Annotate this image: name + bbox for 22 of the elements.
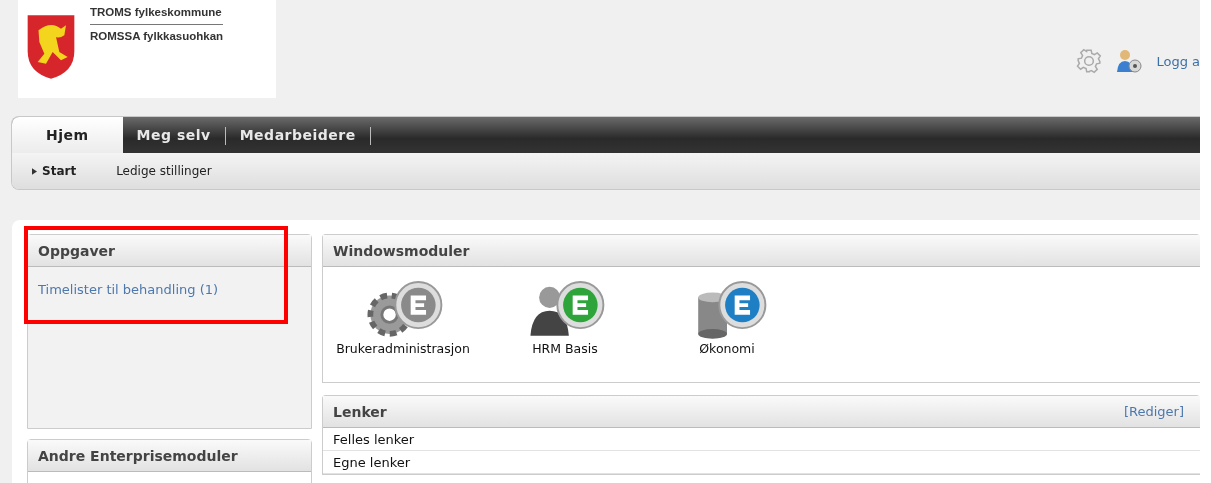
module-button[interactable]: HRM Basis	[495, 275, 635, 356]
triangle-icon	[32, 167, 37, 175]
panel-title: Lenker	[333, 403, 387, 420]
panel-title: Oppgaver	[38, 242, 115, 259]
logout-link[interactable]: Logg a	[1156, 53, 1200, 69]
nav-tab[interactable]: Meg selv	[122, 117, 225, 153]
user-settings-icon[interactable]	[1116, 48, 1143, 74]
edit-link[interactable]: [Rediger]	[1123, 404, 1184, 419]
subnav-link[interactable]: Ledige stillinger	[116, 164, 212, 178]
subnav-link[interactable]: Start	[32, 164, 77, 178]
panel-title: Andre Enterprisemoduler	[38, 447, 238, 464]
link-category[interactable]: Egne lenker	[323, 451, 1200, 474]
task-link[interactable]: Timelister til behandling (1)	[38, 282, 219, 297]
nav-tab[interactable]: Medarbeidere	[225, 117, 370, 153]
nav-tab[interactable]: Hjem	[12, 117, 123, 153]
module-button[interactable]: Brukeradministrasjon	[333, 275, 473, 356]
module-button[interactable]: Økonomi	[657, 275, 797, 356]
organization-name: ROMSSA fylkkasuohkan	[90, 29, 224, 42]
settings-icon[interactable]	[1076, 48, 1103, 74]
link-category[interactable]: Felles lenker	[323, 428, 1200, 451]
organization-name: TROMS fylkeskommune	[90, 6, 224, 25]
panel-title: Windowsmoduler	[333, 242, 470, 259]
